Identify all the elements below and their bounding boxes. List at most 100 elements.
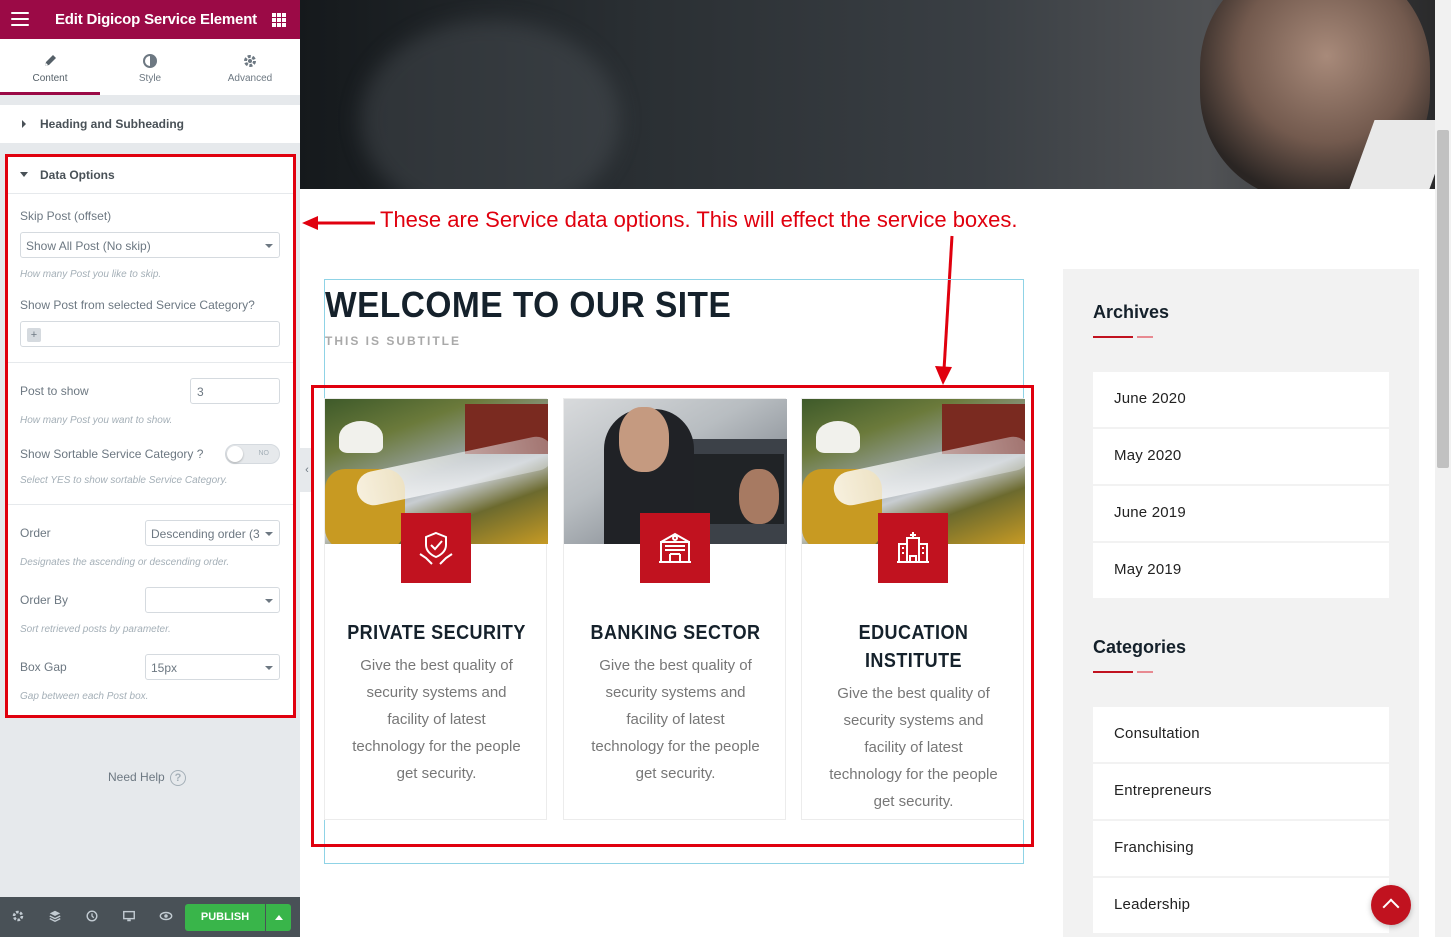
tab-content-label: Content — [32, 73, 68, 84]
panel-tabs: Content Style Advanced — [0, 39, 300, 95]
order-select[interactable]: Descending order (3 — [145, 520, 280, 546]
help-icon[interactable]: ? — [170, 770, 186, 786]
page-subtitle: THIS IS SUBTITLE — [325, 334, 462, 348]
chevron-down-icon — [265, 666, 273, 670]
img-shape — [816, 421, 860, 453]
skip-post-value: Show All Post (No skip) — [26, 239, 151, 253]
underline-segment — [1093, 336, 1133, 338]
tab-advanced-label: Advanced — [227, 73, 273, 84]
skip-post-desc: How many Post you like to skip. — [20, 269, 162, 280]
caret-down-icon[interactable] — [20, 172, 28, 177]
service-desc: Give the best quality of security system… — [829, 685, 998, 810]
order-label: Order — [20, 526, 51, 540]
layers-icon[interactable] — [47, 909, 63, 925]
archive-item[interactable]: June 2019 — [1093, 486, 1389, 541]
toggle-text: NO — [258, 450, 270, 457]
chevron-down-icon — [265, 532, 273, 536]
underline-segment — [1137, 336, 1153, 338]
skip-post-label: Skip Post (offset) — [20, 209, 112, 223]
order-value: Descending order (3 — [151, 527, 260, 541]
caret-right-icon — [22, 120, 26, 128]
tab-content[interactable]: Content — [0, 39, 100, 95]
skip-post-select[interactable]: Show All Post (No skip) — [20, 232, 280, 258]
blog-sidebar: Archives June 2020 May 2020 June 2019 Ma… — [1063, 269, 1419, 937]
category-item[interactable]: Leadership — [1093, 878, 1389, 933]
order-by-desc: Sort retrieved posts by parameter. — [20, 624, 171, 635]
page-title: WELCOME TO OUR SITE — [325, 284, 732, 325]
section-heading-subheading[interactable]: Heading and Subheading — [0, 105, 300, 143]
chevron-down-icon — [265, 244, 273, 248]
panel-header: Edit Digicop Service Element — [0, 0, 300, 39]
preview-eye-icon[interactable] — [158, 909, 174, 925]
annotation-text: These are Service data options. This wil… — [380, 207, 1018, 232]
widgets-grid-icon[interactable] — [272, 13, 286, 27]
categories-title: Categories — [1093, 637, 1187, 657]
need-help-link[interactable]: Need Help — [108, 770, 165, 784]
publish-button[interactable]: PUBLISH — [185, 904, 265, 931]
service-card[interactable]: BANKING SECTOR Give the best quality of … — [563, 398, 787, 820]
post-to-show-label: Post to show — [20, 384, 89, 398]
service-card[interactable]: EDUCATION INSTITUTE Give the best qualit… — [801, 398, 1025, 820]
archive-item[interactable]: May 2020 — [1093, 429, 1389, 484]
box-gap-desc: Gap between each Post box. — [20, 691, 149, 702]
archive-item[interactable]: May 2019 — [1093, 543, 1389, 598]
title-underline — [1093, 671, 1153, 673]
img-shape — [619, 407, 669, 472]
scrollbar-thumb[interactable] — [1437, 130, 1449, 468]
sortable-label: Show Sortable Service Category ? — [20, 447, 204, 461]
service-desc: Give the best quality of security system… — [352, 657, 521, 782]
panel-title: Edit Digicop Service Element — [55, 11, 257, 28]
divider — [7, 362, 293, 363]
category-item[interactable]: Entrepreneurs — [1093, 764, 1389, 819]
post-to-show-value: 3 — [197, 385, 204, 399]
category-item[interactable]: Franchising — [1093, 821, 1389, 876]
editor-panel: Edit Digicop Service Element Content Sty… — [0, 0, 300, 937]
underline-segment — [1093, 671, 1133, 673]
img-shape — [739, 469, 779, 524]
panel-collapse-handle[interactable]: ‹ — [300, 448, 314, 492]
category-item[interactable]: Consultation — [1093, 707, 1389, 762]
order-by-label: Order By — [20, 593, 69, 607]
service-desc: Give the best quality of security system… — [591, 657, 760, 782]
tab-style-label: Style — [138, 73, 162, 84]
add-category-icon[interactable]: + — [27, 328, 41, 342]
sortable-toggle[interactable]: NO — [225, 444, 280, 464]
service-title[interactable]: EDUCATION INSTITUTE — [813, 619, 1014, 675]
title-underline — [1093, 336, 1153, 338]
annotation-arrow-left — [302, 216, 375, 230]
hamburger-menu-icon[interactable] — [11, 12, 29, 26]
sortable-desc: Select YES to show sortable Service Cate… — [20, 475, 228, 486]
pencil-icon — [0, 53, 100, 71]
service-title[interactable]: PRIVATE SECURITY — [336, 619, 537, 647]
box-gap-select[interactable]: 15px — [145, 654, 280, 680]
service-card[interactable]: PRIVATE SECURITY Give the best quality o… — [324, 398, 548, 820]
bank-building-icon — [640, 513, 710, 583]
tab-style[interactable]: Style — [100, 39, 200, 95]
section-data-options: Data Options Skip Post (offset) Show All… — [7, 155, 293, 717]
section-heading-label: Heading and Subheading — [40, 117, 185, 131]
category-select2-field[interactable]: + — [20, 321, 280, 347]
gear-icon — [200, 53, 300, 71]
category-label: Show Post from selected Service Category… — [20, 298, 255, 312]
hero-blur — [360, 20, 620, 189]
box-gap-label: Box Gap — [20, 660, 67, 674]
history-icon[interactable] — [84, 909, 100, 925]
scroll-to-top-button[interactable] — [1371, 885, 1411, 925]
box-gap-value: 15px — [151, 661, 178, 675]
tab-advanced[interactable]: Advanced — [200, 39, 300, 95]
order-by-select[interactable] — [145, 587, 280, 613]
publish-options-button[interactable] — [266, 904, 291, 931]
archive-item[interactable]: June 2020 — [1093, 372, 1389, 427]
divider — [7, 504, 293, 505]
post-to-show-input[interactable]: 3 — [190, 378, 280, 404]
section-data-options-label[interactable]: Data Options — [40, 168, 115, 182]
page-scrollbar[interactable] — [1435, 0, 1451, 937]
chevron-down-icon — [265, 599, 273, 603]
settings-icon[interactable] — [10, 909, 26, 925]
underline-segment — [1137, 671, 1153, 673]
order-desc: Designates the ascending or descending o… — [20, 557, 230, 568]
service-title[interactable]: BANKING SECTOR — [575, 619, 776, 647]
divider — [7, 193, 293, 194]
institute-building-icon — [878, 513, 948, 583]
responsive-icon[interactable] — [121, 909, 137, 925]
